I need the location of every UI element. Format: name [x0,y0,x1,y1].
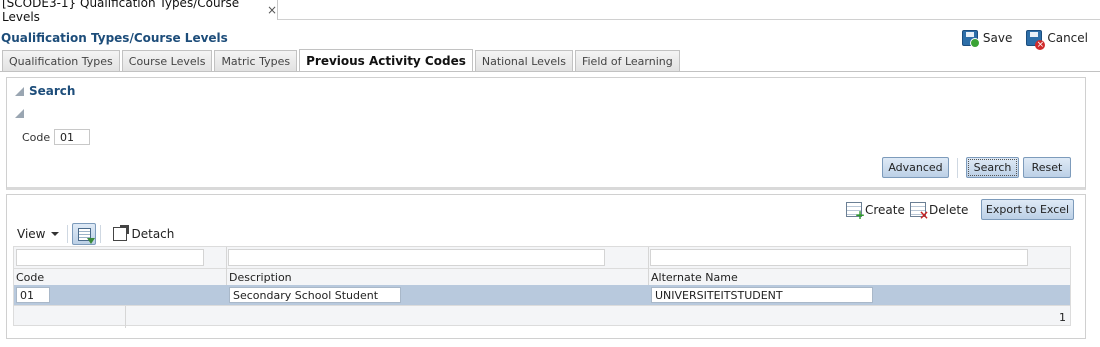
create-label: Create [865,202,905,217]
view-menu[interactable]: View [13,227,63,241]
results-table: Code Description Alternate Name 1 [13,246,1071,328]
page-title: Qualification Types/Course Levels [1,31,228,45]
expand-section-icon[interactable] [15,109,24,118]
code-label: Code [22,131,51,144]
chevron-down-icon [51,232,60,236]
tab-bar: Qualification Types Course Levels Matric… [2,49,680,71]
tab-qualification-types[interactable]: Qualification Types [2,50,120,71]
export-to-excel-button[interactable]: Export to Excel [981,199,1074,220]
reset-button[interactable]: Reset [1023,157,1071,178]
description-cell-input[interactable] [229,287,401,303]
save-icon [961,30,980,48]
table-toolbar: View Detach [13,222,1071,246]
create-icon [846,202,865,222]
collapse-triangle-icon [15,86,24,96]
search-panel: Search Code Advanced Search Reset [6,77,1086,190]
detach-button[interactable]: Detach [113,225,175,241]
save-button[interactable]: Save [961,30,1013,48]
tab-national-levels[interactable]: National Levels [474,50,573,71]
detach-icon [113,225,130,241]
search-panel-toggle[interactable]: Search [15,84,75,98]
close-icon[interactable]: × [267,3,277,17]
code-cell-input[interactable] [16,287,50,303]
table-row[interactable] [14,285,1070,305]
delete-label: Delete [929,202,969,217]
filter-icon [77,227,95,244]
save-label: Save [982,31,1013,45]
cancel-label: Cancel [1047,31,1088,45]
column-header-alternate-name[interactable]: Alternate Name [651,271,738,284]
document-tab-divider [278,19,1100,20]
code-filter-input[interactable] [16,249,204,266]
detach-label: Detach [131,227,175,241]
toolbar-separator [67,225,69,243]
button-separator [957,158,958,178]
advanced-button[interactable]: Advanced [882,157,949,178]
alternate-name-cell-input[interactable] [651,287,873,303]
tab-matric-types[interactable]: Matric Types [214,50,298,71]
create-button[interactable]: Create [846,202,905,222]
tab-field-of-learning[interactable]: Field of Learning [574,50,680,71]
cancel-button[interactable]: Cancel [1026,30,1088,50]
column-header-description[interactable]: Description [229,271,292,284]
delete-button[interactable]: Delete [910,202,969,222]
document-tab-title: [SCODE3-1} Qualification Types/Course Le… [2,0,240,24]
alternate-name-filter-input[interactable] [650,249,1028,266]
document-tab[interactable]: [SCODE3-1} Qualification Types/Course Le… [0,0,278,24]
tab-previous-activity-codes[interactable]: Previous Activity Codes [299,49,473,71]
description-filter-input[interactable] [228,249,605,266]
table-header-row: Code Description Alternate Name [14,269,1070,285]
cancel-icon [1026,30,1046,50]
tab-course-levels[interactable]: Course Levels [121,50,213,71]
code-search-input[interactable] [54,129,90,145]
table-footer: 1 [14,305,1070,328]
query-by-example-button[interactable] [72,223,97,245]
column-header-code[interactable]: Code [16,271,44,284]
tab-bar-divider [0,71,1100,72]
results-panel: Create Delete Export to Excel View Detac… [6,194,1086,339]
page-actions: Save Cancel [961,30,1088,50]
view-menu-label: View [17,227,46,241]
search-heading: Search [29,84,76,98]
filter-row [14,247,1070,269]
search-button[interactable]: Search [966,157,1019,178]
row-count: 1 [1059,311,1066,324]
toolbar-separator [100,225,102,243]
footer-divider [125,306,126,328]
delete-icon [910,202,929,222]
